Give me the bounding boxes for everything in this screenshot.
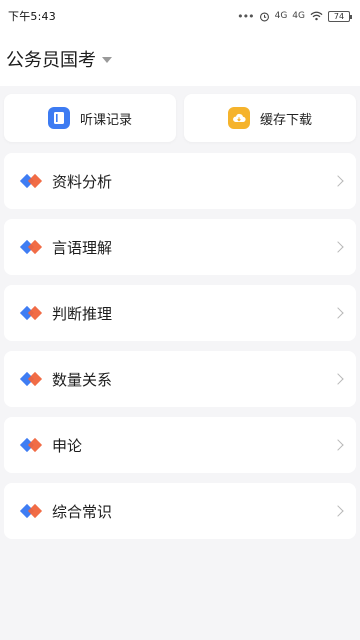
lecture-history-label: 听课记录 [79,112,132,128]
cache-download-button[interactable]: 缓存下载 [184,94,356,142]
chevron-right-icon [332,373,344,385]
category-diamond-icon [19,437,44,453]
category-row-quantitative[interactable]: 数量关系 [4,351,356,407]
chevron-right-icon [332,175,344,187]
category-label: 数量关系 [52,370,113,389]
status-bar: 下午5:43 ••• 4G 4G 74 [0,0,360,32]
chevron-right-icon [332,307,344,319]
category-diamond-icon [19,503,44,519]
lecture-history-button[interactable]: 听课记录 [4,94,176,142]
category-diamond-icon [19,239,44,255]
category-label: 资料分析 [52,172,113,191]
chevron-right-icon [332,241,344,253]
alarm-icon [259,11,269,21]
signal-1-icon: 4G [274,11,288,21]
category-list: 资料分析 言语理解 判断推理 数量关系 申论 综合常识 [4,153,356,539]
category-label: 综合常识 [52,502,113,521]
category-diamond-icon [19,371,44,387]
more-dots-icon: ••• [237,9,254,23]
category-diamond-icon [19,173,44,189]
cache-download-label: 缓存下载 [259,112,312,128]
category-row-reasoning[interactable]: 判断推理 [4,285,356,341]
chevron-right-icon [332,439,344,451]
app-screen: 下午5:43 ••• 4G 4G 74 公务员国考 听课记录 缓存下载 资料分析… [0,0,360,640]
chevron-down-icon[interactable] [102,57,112,63]
signal-2-icon: 4G [292,11,305,21]
notebook-icon [47,107,70,129]
category-row-verbal-comprehension[interactable]: 言语理解 [4,219,356,275]
battery-indicator: 74 [328,10,352,22]
status-time: 下午5:43 [8,10,56,23]
chevron-right-icon [332,505,344,517]
category-label: 申论 [52,436,83,455]
category-row-data-analysis[interactable]: 资料分析 [4,153,356,209]
wifi-icon [310,11,323,21]
category-label: 言语理解 [52,238,113,257]
status-icons: ••• 4G 4G 74 [237,9,352,23]
cloud-download-icon [227,107,250,129]
exam-selector-title[interactable]: 公务员国考 [6,46,96,72]
category-label: 判断推理 [52,304,113,323]
category-row-general-knowledge[interactable]: 综合常识 [4,483,356,539]
category-row-essay[interactable]: 申论 [4,417,356,473]
quick-actions: 听课记录 缓存下载 [4,94,356,142]
header: 公务员国考 [0,32,360,86]
category-diamond-icon [19,305,44,321]
